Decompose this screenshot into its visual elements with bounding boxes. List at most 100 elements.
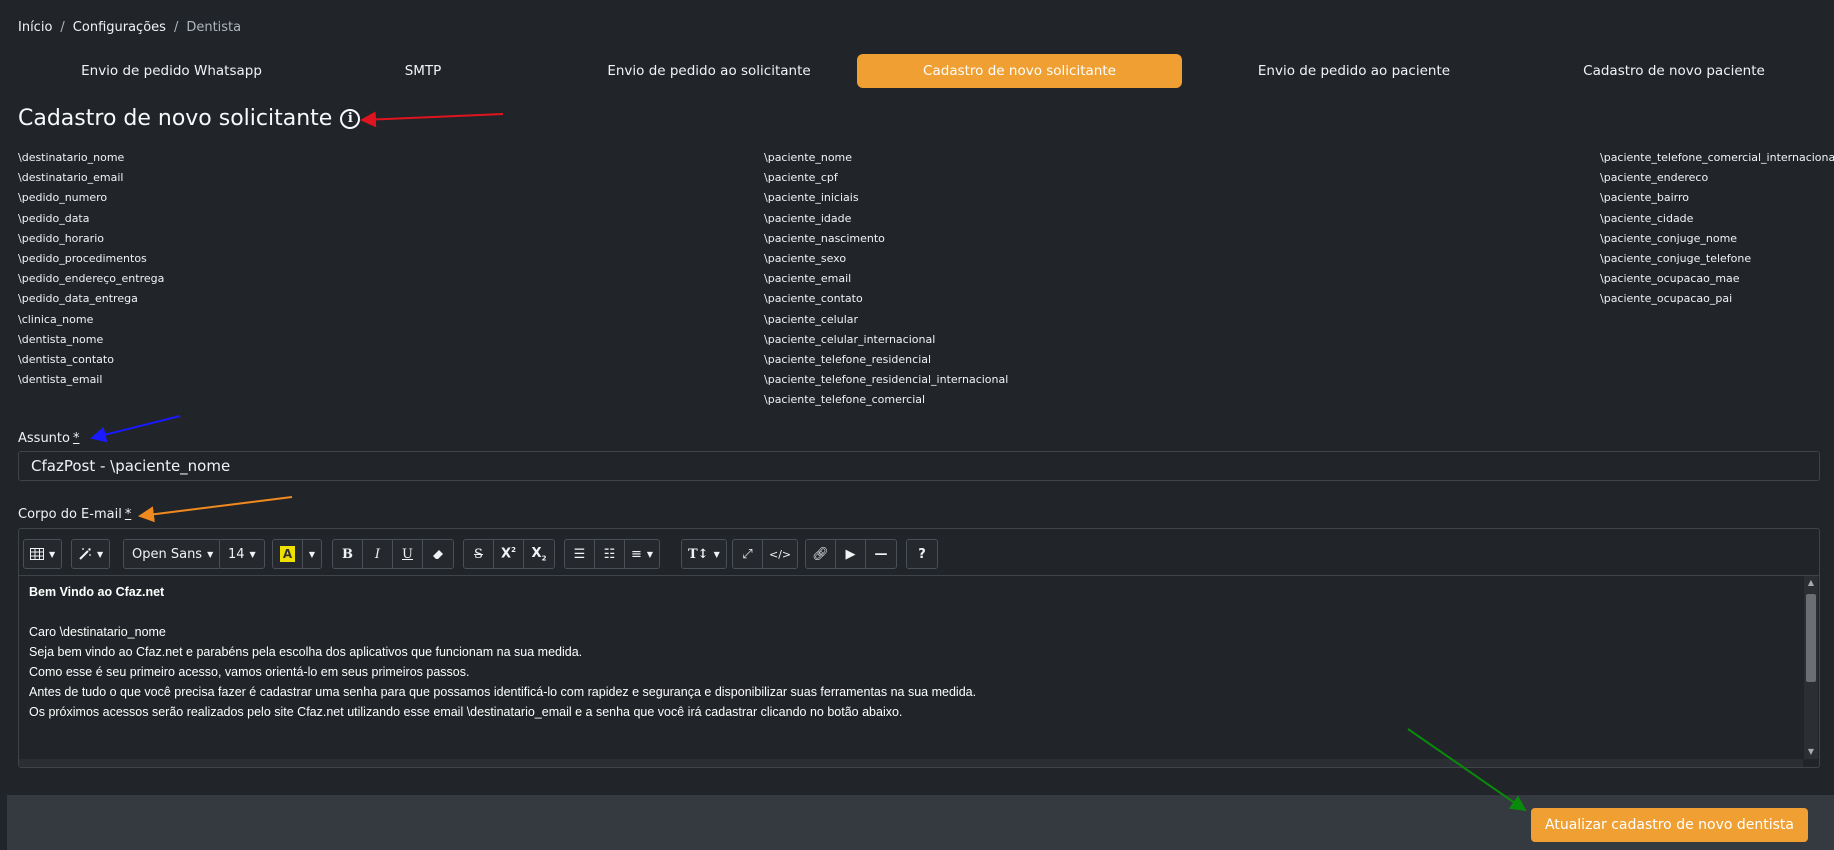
italic-icon: I — [374, 546, 381, 562]
link-button[interactable]: 🔗︎ — [806, 540, 836, 568]
help-button[interactable]: ? — [907, 540, 937, 568]
editor-content[interactable]: Bem Vindo ao Cfaz.net Caro \destinatario… — [19, 576, 1803, 759]
variable-item: \paciente_telefone_residencial — [764, 352, 932, 366]
variable-item: \dentista_email — [18, 373, 103, 387]
save-button[interactable]: Atualizar cadastro de novo dentista — [1531, 808, 1808, 842]
variable-item: \paciente_conjuge_telefone — [1600, 251, 1752, 265]
editor-resize-handle[interactable] — [19, 759, 1803, 767]
tab-envio-paciente[interactable]: Envio de pedido ao paciente — [1191, 54, 1517, 88]
subject-label-text: Assunto — [18, 431, 70, 446]
tab-envio-solicitante[interactable]: Envio de pedido ao solicitante — [548, 54, 870, 88]
variable-item: \paciente_ocupacao_mae — [1600, 272, 1740, 286]
text-height-group: T↕ ▼ — [681, 539, 727, 569]
table-icon — [30, 548, 44, 560]
format-group: B I U — [332, 539, 454, 569]
font-family-group: Open Sans ▼ — [123, 539, 223, 569]
variable-item: \paciente_email — [764, 272, 852, 286]
breadcrumb-settings[interactable]: Configurações — [73, 20, 166, 35]
help-icon: ? — [918, 546, 926, 562]
unordered-list-button[interactable]: ☰ — [565, 540, 595, 568]
body-label: Corpo do E-mail * — [18, 507, 131, 522]
variable-item: \paciente_idade — [764, 211, 852, 225]
variable-item: \paciente_telefone_comercial — [764, 393, 926, 407]
variable-item: \paciente_ocupacao_pai — [1600, 292, 1733, 306]
style-group: ▼ — [71, 539, 111, 569]
underline-button[interactable]: U — [393, 540, 423, 568]
email-body-editor: ▼ ▼ Open Sans ▼ 14 ▼ A ▼ B I U S X2 X2 ☰… — [18, 528, 1820, 768]
footer-bar: Atualizar cadastro de novo dentista — [7, 795, 1834, 850]
scrollbar-thumb[interactable] — [1806, 594, 1816, 682]
font-size-value: 14 — [228, 546, 245, 562]
fullscreen-button[interactable]: ⤢ — [733, 540, 763, 568]
variable-item: \pedido_numero — [18, 191, 108, 205]
table-group: ▼ — [23, 539, 63, 569]
tab-cadastro-solicitante[interactable]: Cadastro de novo solicitante — [857, 54, 1182, 88]
help-group: ? — [906, 539, 938, 569]
highlight-group: A ▼ — [272, 539, 322, 569]
variable-item: \pedido_procedimentos — [18, 251, 147, 265]
unordered-list-icon: ☰ — [573, 546, 586, 562]
tab-cadastro-paciente[interactable]: Cadastro de novo paciente — [1518, 54, 1830, 88]
chevron-down-icon: ▼ — [49, 549, 56, 559]
subject-input[interactable]: CfazPost - \paciente_nome — [18, 451, 1820, 481]
highlight-dropdown[interactable]: ▼ — [303, 540, 321, 568]
subject-label: Assunto * — [18, 431, 79, 446]
variable-item: \paciente_cidade — [1600, 211, 1694, 225]
variable-item: \paciente_conjuge_nome — [1600, 231, 1738, 245]
body-label-text: Corpo do E-mail — [18, 507, 122, 522]
subscript-icon: X2 — [531, 545, 547, 563]
eraser-button[interactable] — [423, 540, 453, 568]
breadcrumb-home[interactable]: Início — [18, 20, 52, 35]
line-height-button[interactable]: T↕ ▼ — [682, 540, 726, 568]
breadcrumb-separator: / — [60, 20, 65, 35]
body-line: Seja bem vindo ao Cfaz.net e parabéns pe… — [29, 645, 583, 659]
align-button[interactable]: ≡ ▼ — [625, 540, 660, 568]
bold-button[interactable]: B — [333, 540, 363, 568]
ordered-list-icon: ☷ — [603, 546, 616, 562]
required-mark: * — [124, 507, 132, 522]
magic-wand-button[interactable]: ▼ — [72, 540, 110, 568]
tab-smtp[interactable]: SMTP — [278, 54, 568, 88]
code-icon: </> — [769, 547, 792, 561]
table-icon-button[interactable]: ▼ — [24, 540, 62, 568]
horizontal-rule-button[interactable]: — — [866, 540, 896, 568]
variable-item: \destinatario_email — [18, 171, 124, 185]
highlight-button[interactable]: A — [273, 540, 303, 568]
ordered-list-button[interactable]: ☷ — [595, 540, 625, 568]
chevron-down-icon: ▼ — [207, 549, 214, 559]
font-size-select[interactable]: 14 ▼ — [220, 540, 264, 568]
variable-item: \pedido_data — [18, 211, 90, 225]
scroll-down-icon[interactable]: ▼ — [1804, 745, 1818, 759]
magic-wand-icon — [79, 548, 91, 560]
align-icon: ≡ — [631, 546, 642, 562]
breadcrumb-current: Dentista — [186, 20, 242, 35]
editor-scrollbar[interactable]: ▲ ▼ — [1804, 576, 1818, 759]
variable-item: \pedido_endereço_entrega — [18, 272, 165, 286]
body-line — [29, 602, 1793, 622]
video-button[interactable]: ▶ — [836, 540, 866, 568]
italic-button[interactable]: I — [363, 540, 393, 568]
breadcrumb: Início / Configurações / Dentista — [18, 20, 241, 35]
variable-item: \paciente_sexo — [764, 251, 847, 265]
code-view-button[interactable]: </> — [763, 540, 798, 568]
view-group: ⤢ </> — [732, 539, 799, 569]
body-line: Caro \destinatario_nome — [29, 625, 166, 639]
underline-icon: U — [402, 546, 413, 562]
script-group: S X2 X2 — [463, 539, 555, 569]
variable-item: \pedido_horario — [18, 231, 104, 245]
variable-item: \dentista_contato — [18, 352, 114, 366]
font-family-select[interactable]: Open Sans ▼ — [124, 540, 222, 568]
body-line: Bem Vindo ao Cfaz.net — [29, 585, 165, 599]
variable-item: \paciente_bairro — [1600, 191, 1689, 205]
variable-item: \paciente_endereco — [1600, 171, 1709, 185]
subscript-button[interactable]: X2 — [524, 540, 554, 568]
info-icon[interactable]: i — [340, 108, 361, 129]
strikethrough-icon: S — [474, 546, 483, 562]
chevron-down-icon: ▼ — [646, 549, 654, 559]
variable-item: \paciente_contato — [764, 292, 863, 306]
strikethrough-button[interactable]: S — [464, 540, 494, 568]
font-family-value: Open Sans — [132, 546, 203, 562]
list-group: ☰ ☷ ≡ ▼ — [564, 539, 661, 569]
superscript-button[interactable]: X2 — [494, 540, 524, 568]
scroll-up-icon[interactable]: ▲ — [1804, 576, 1818, 590]
